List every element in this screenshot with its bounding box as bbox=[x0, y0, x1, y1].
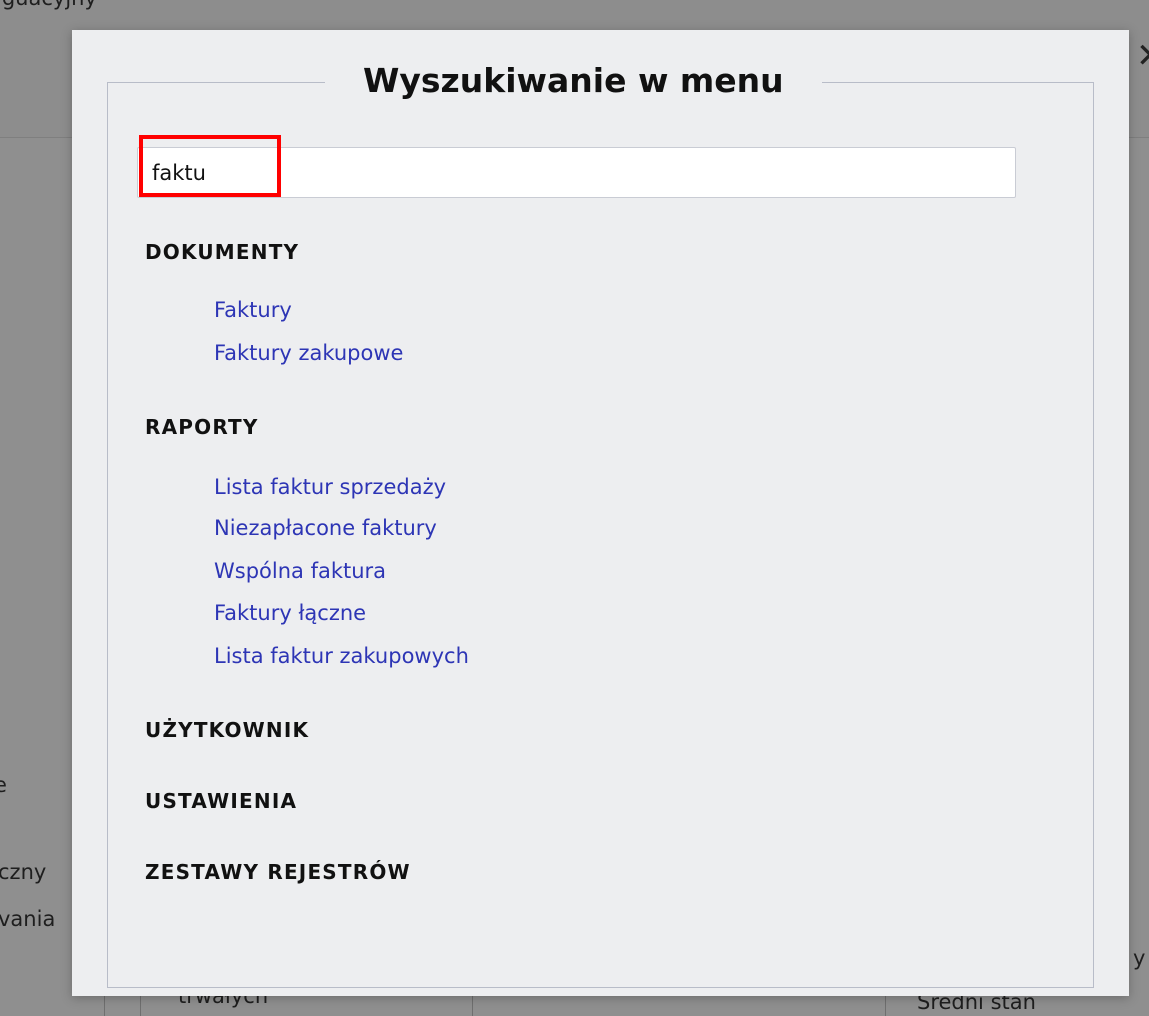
menu-link-wspolna-faktura[interactable]: Wspólna faktura bbox=[214, 559, 386, 583]
dialog-title: Wyszukiwanie w menu bbox=[325, 51, 822, 111]
section-heading-dokumenty: DOKUMENTY bbox=[145, 240, 300, 264]
menu-link-lista-faktur-zakupowych[interactable]: Lista faktur zakupowych bbox=[214, 644, 469, 668]
background-left-text-2: czny bbox=[0, 860, 47, 884]
background-top-text: iguacyjny bbox=[0, 0, 97, 10]
menu-link-lista-faktur-sprzedazy[interactable]: Lista faktur sprzedaży bbox=[214, 475, 446, 499]
section-heading-ustawienia[interactable]: USTAWIENIA bbox=[145, 789, 297, 813]
background-divider bbox=[140, 996, 141, 1016]
section-heading-uzytkownik[interactable]: UŻYTKOWNIK bbox=[145, 718, 309, 742]
menu-link-faktury-laczne[interactable]: Faktury łączne bbox=[214, 601, 366, 625]
section-heading-zestawy-rejestrow[interactable]: ZESTAWY REJESTRÓW bbox=[145, 860, 411, 884]
background-left-text-1: e bbox=[0, 773, 7, 797]
menu-search-dialog: Wyszukiwanie w menu faktu DOKUMENTY Fakt… bbox=[72, 30, 1129, 996]
section-heading-raporty: RAPORTY bbox=[145, 415, 259, 439]
background-divider bbox=[472, 996, 473, 1016]
menu-link-faktury-zakupowe[interactable]: Faktury zakupowe bbox=[214, 341, 403, 365]
close-icon[interactable]: ✕ bbox=[1136, 36, 1149, 76]
menu-link-faktury[interactable]: Faktury bbox=[214, 298, 292, 322]
search-highlight-box bbox=[139, 135, 281, 197]
background-divider bbox=[885, 996, 886, 1016]
menu-link-niezaplacone-faktury[interactable]: Niezapłacone faktury bbox=[214, 516, 437, 540]
background-left-text-3: vania bbox=[0, 907, 56, 931]
background-right-text: y bbox=[1133, 946, 1146, 970]
